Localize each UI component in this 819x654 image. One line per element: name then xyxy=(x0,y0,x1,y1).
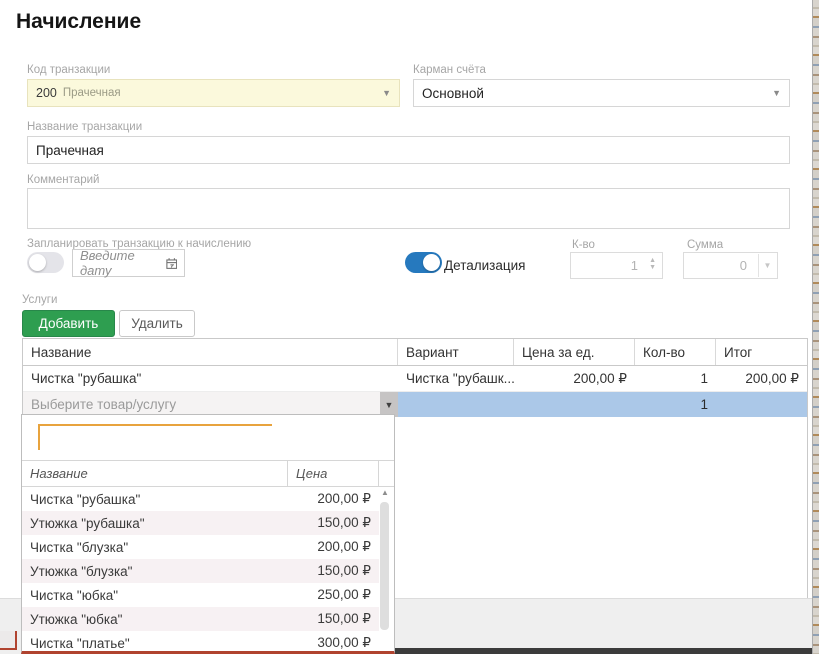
sum-value: 0 xyxy=(740,258,747,273)
comment-label: Комментарий xyxy=(27,174,99,186)
chevron-down-icon: ▼ xyxy=(382,89,391,98)
window-bottom-edge xyxy=(392,648,819,654)
account-pocket-value: Основной xyxy=(422,86,484,101)
service-variant: Чистка "рубашк... xyxy=(398,371,514,386)
picker-item-price: 300,00 ₽ xyxy=(288,635,379,651)
transaction-code-value: 200 xyxy=(36,86,57,100)
detail-label: Детализация xyxy=(444,258,525,273)
picker-item[interactable]: Чистка "платье" 300,00 ₽ xyxy=(22,631,379,654)
picker-item-name: Утюжка "юбка" xyxy=(22,612,288,627)
account-pocket-select[interactable]: Основной ▼ xyxy=(413,79,790,107)
picker-item[interactable]: Утюжка "рубашка" 150,00 ₽ xyxy=(22,511,379,535)
picker-search-input[interactable] xyxy=(40,426,274,450)
column-header: Кол-во xyxy=(635,339,716,365)
service-qty: 1 xyxy=(635,371,716,386)
picker-item-name: Утюжка "рубашка" xyxy=(22,516,288,531)
service-name: Чистка "рубашка" xyxy=(23,371,398,386)
picker-item-price: 200,00 ₽ xyxy=(288,491,379,507)
scroll-up-icon[interactable]: ▲ xyxy=(379,488,391,498)
picker-item[interactable]: Утюжка "юбка" 150,00 ₽ xyxy=(22,607,379,631)
transaction-code-name: Прачечная xyxy=(63,87,121,99)
picker-header: Название Цена xyxy=(22,460,394,487)
service-select-placeholder: Выберите товар/услугу xyxy=(31,397,176,412)
quantity-label: К-во xyxy=(572,239,595,251)
picker-list: Чистка "рубашка" 200,00 ₽ Утюжка "рубашк… xyxy=(22,487,379,654)
schedule-toggle[interactable] xyxy=(27,252,64,273)
picker-item-name: Чистка "юбка" xyxy=(22,588,288,603)
toggle-knob xyxy=(29,254,46,271)
sum-field[interactable]: 0 ▼ xyxy=(683,252,778,279)
picker-item-name: Утюжка "блузка" xyxy=(22,564,288,579)
picker-item-price: 150,00 ₽ xyxy=(288,563,379,579)
column-header: Цена xyxy=(288,461,379,486)
quantity-value: 1 xyxy=(631,258,638,273)
transaction-code-label: Код транзакции xyxy=(27,64,110,76)
service-picker-dropdown: Название Цена Чистка "рубашка" 200,00 ₽ … xyxy=(21,414,395,654)
toggle-knob xyxy=(423,254,440,271)
chevron-down-icon: ▼ xyxy=(758,254,776,277)
picker-item-name: Чистка "блузка" xyxy=(22,540,288,555)
date-input[interactable]: Введите дату xyxy=(72,249,185,277)
quantity-stepper[interactable]: 1 ▲▼ xyxy=(570,252,663,279)
picker-item-name: Чистка "рубашка" xyxy=(22,492,288,507)
picker-item-price: 150,00 ₽ xyxy=(288,515,379,531)
transaction-name-input[interactable] xyxy=(27,136,790,164)
picker-search-box xyxy=(38,424,272,450)
scrollbar[interactable]: ▲ xyxy=(379,488,391,648)
background-page-sliver xyxy=(812,0,819,654)
page-title: Начисление xyxy=(16,10,141,34)
transaction-code-select[interactable]: 200 Прачечная ▼ xyxy=(27,79,400,107)
picker-item-price: 200,00 ₽ xyxy=(288,539,379,555)
picker-item-price: 250,00 ₽ xyxy=(288,587,379,603)
date-placeholder: Введите дату xyxy=(80,248,160,278)
picker-item-price: 150,00 ₽ xyxy=(288,611,379,627)
picker-item-name: Чистка "платье" xyxy=(22,636,288,651)
service-price: 200,00 ₽ xyxy=(514,371,635,387)
picker-item[interactable]: Чистка "рубашка" 200,00 ₽ xyxy=(22,487,379,511)
service-total: 200,00 ₽ xyxy=(716,371,807,387)
column-header: Название xyxy=(22,461,288,486)
spinner-arrows-icon[interactable]: ▲▼ xyxy=(649,257,656,271)
column-header: Название xyxy=(23,339,398,365)
sum-label: Сумма xyxy=(687,239,723,251)
column-header: Вариант xyxy=(398,339,514,365)
chevron-down-icon: ▼ xyxy=(772,89,781,98)
detail-toggle[interactable] xyxy=(405,252,442,273)
account-pocket-label: Карман счёта xyxy=(413,64,486,76)
column-header: Итог xyxy=(716,339,807,365)
picker-item[interactable]: Утюжка "блузка" 150,00 ₽ xyxy=(22,559,379,583)
delete-service-button[interactable]: Удалить xyxy=(119,310,195,337)
picker-item[interactable]: Чистка "блузка" 200,00 ₽ xyxy=(22,535,379,559)
comment-textarea[interactable] xyxy=(27,188,790,229)
column-header: Цена за ед. xyxy=(514,339,635,365)
background-element-sliver xyxy=(0,631,17,650)
selected-row-highlight: 1 xyxy=(398,392,807,417)
picker-item[interactable]: Чистка "юбка" 250,00 ₽ xyxy=(22,583,379,607)
service-qty: 1 xyxy=(635,397,716,412)
services-label: Услуги xyxy=(22,294,57,306)
transaction-name-label: Название транзакции xyxy=(27,121,142,133)
scrollbar-thumb[interactable] xyxy=(380,502,389,630)
table-row[interactable]: Чистка "рубашка" Чистка "рубашк... 200,0… xyxy=(23,366,807,392)
services-table-header: Название Вариант Цена за ед. Кол-во Итог xyxy=(23,339,807,366)
add-service-button[interactable]: Добавить xyxy=(22,310,115,337)
calendar-icon xyxy=(166,257,178,270)
accrual-dialog: Начисление Код транзакции 200 Прачечная … xyxy=(0,0,819,654)
